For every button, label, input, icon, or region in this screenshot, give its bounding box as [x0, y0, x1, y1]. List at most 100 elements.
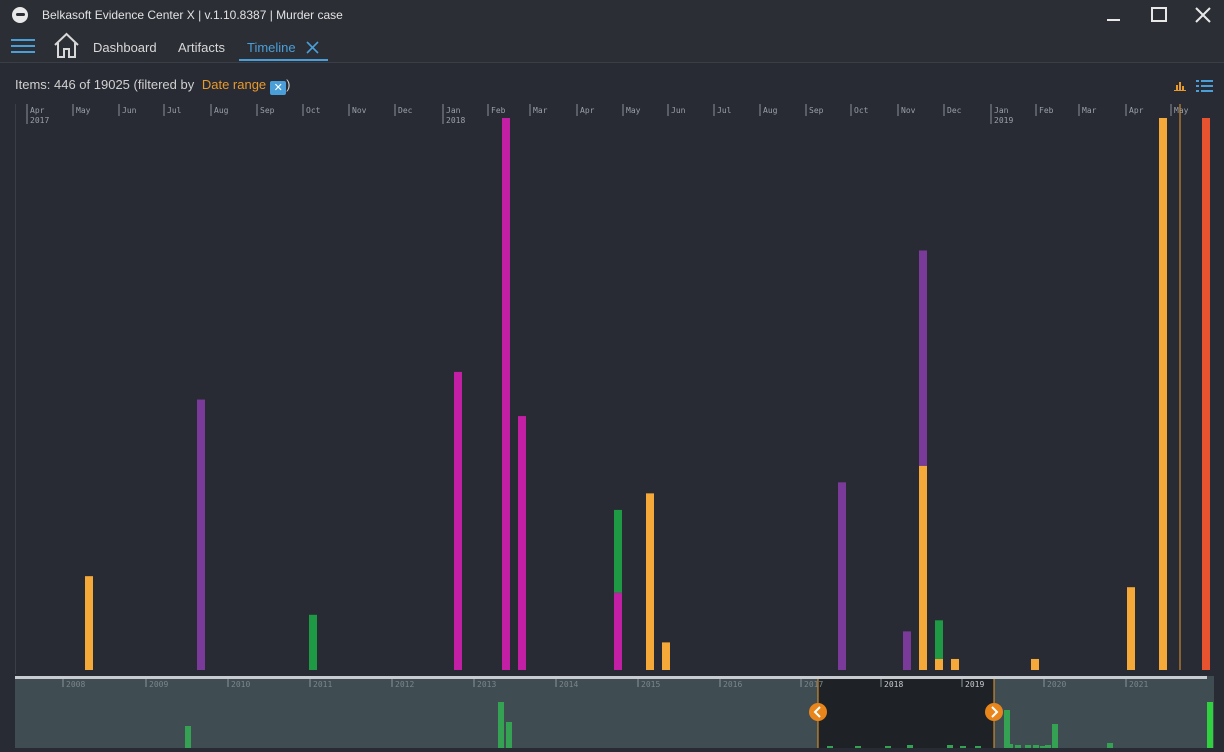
timeline-bar[interactable] [903, 631, 911, 670]
timeline-bar[interactable] [502, 118, 510, 670]
timeline-bar[interactable] [935, 658, 943, 670]
timeline-bar[interactable] [518, 416, 526, 670]
month-label: Jan [446, 106, 461, 115]
window-title: Belkasoft Evidence Center X | v.1.10.838… [42, 8, 343, 22]
month-label: Mar [1082, 106, 1097, 115]
overview-year-label: 2016 [723, 680, 742, 689]
timeline-bar[interactable] [662, 642, 670, 670]
maximize-icon[interactable] [1146, 4, 1172, 26]
items-count-label: Items: 446 of 19025 (filtered by [15, 77, 195, 92]
close-icon[interactable] [1190, 4, 1216, 26]
overview-bar [1004, 710, 1010, 748]
month-label: Feb [491, 106, 506, 115]
overview-bar [1045, 745, 1051, 748]
month-label: Aug [763, 106, 778, 115]
overview-bar [1033, 745, 1039, 748]
overview-selection[interactable] [818, 679, 994, 748]
month-label: Aug [214, 106, 229, 115]
month-label: Jun [671, 106, 686, 115]
month-label: Jun [122, 106, 137, 115]
month-label: Sep [809, 106, 824, 115]
overview-bar [907, 745, 913, 748]
month-label: Apr [580, 106, 595, 115]
date-range-filter-link[interactable]: Date range [202, 77, 266, 92]
timeline-bar[interactable] [951, 658, 959, 670]
overview-bar [1007, 744, 1013, 748]
home-icon[interactable] [53, 32, 80, 59]
month-axis: Apr2017May Jun Jul Aug Sep Oct Nov Dec Jan2018Fe… [26, 104, 1189, 125]
overview-bar [498, 702, 504, 748]
timeline-bar[interactable] [919, 465, 927, 670]
overview-year-label: 2014 [559, 680, 578, 689]
remove-filter-icon[interactable]: ✕ [270, 81, 287, 95]
timeline-bar[interactable] [197, 399, 205, 670]
selection-right-handle[interactable] [985, 703, 1003, 721]
month-label: Apr [30, 106, 45, 115]
month-label: Oct [854, 106, 869, 115]
overview-year-label: 2019 [965, 680, 984, 689]
overview-bar [827, 746, 833, 748]
timeline-bar[interactable] [1202, 118, 1210, 670]
list-view-icon[interactable] [1196, 80, 1213, 92]
month-label: Mar [533, 106, 548, 115]
overview-year-label: 2008 [66, 680, 85, 689]
month-label: May [626, 106, 641, 115]
month-label: Apr [1129, 106, 1144, 115]
timeline-bar[interactable] [646, 493, 654, 670]
month-label: Feb [1039, 106, 1054, 115]
app-logo-icon [12, 7, 28, 23]
overview-bar [1052, 724, 1058, 748]
timeline-bars[interactable] [85, 118, 1210, 670]
month-label: Jan [994, 106, 1009, 115]
overview-year-label: 2015 [641, 680, 660, 689]
tab-dashboard[interactable]: Dashboard [93, 40, 157, 55]
month-label: Dec [947, 106, 962, 115]
month-label: Oct [306, 106, 321, 115]
overview-bar [1015, 745, 1021, 748]
timeline-bar[interactable] [85, 576, 93, 670]
year-label: 2017 [30, 116, 49, 125]
active-tab-indicator [239, 59, 328, 61]
month-label: Sep [260, 106, 275, 115]
timeline-bar[interactable] [919, 250, 927, 466]
overview-bar [185, 726, 191, 748]
month-label: Nov [901, 106, 916, 115]
timeline-bar[interactable] [1127, 587, 1135, 670]
selection-left-handle[interactable] [809, 703, 827, 721]
close-paren: ) [286, 77, 291, 92]
month-label: Nov [352, 106, 367, 115]
tab-timeline[interactable]: Timeline [247, 40, 296, 55]
overview-bar [1107, 743, 1113, 748]
chart-view-icon[interactable] [1174, 80, 1186, 91]
overview-year-label: 2017 [804, 680, 823, 689]
tab-close-icon[interactable] [306, 41, 320, 55]
timeline-bar[interactable] [1031, 658, 1039, 670]
timeline-bar[interactable] [614, 509, 622, 593]
overview-year-label: 2018 [884, 680, 903, 689]
month-label: Jul [717, 106, 732, 115]
timeline-bar[interactable] [935, 620, 943, 659]
minimize-icon[interactable] [1100, 4, 1126, 26]
month-label: May [76, 106, 91, 115]
month-label: May [1174, 106, 1189, 115]
timeline-bar[interactable] [614, 592, 622, 670]
timeline-bar[interactable] [454, 371, 462, 670]
overview-bar [960, 746, 966, 748]
month-label: Jul [167, 106, 182, 115]
timeline-bar[interactable] [1159, 118, 1167, 670]
tab-artifacts[interactable]: Artifacts [178, 40, 225, 55]
year-label: 2019 [994, 116, 1013, 125]
overview-bar [947, 745, 953, 748]
overview-year-label: 2011 [313, 680, 332, 689]
overview-bar [885, 746, 891, 748]
timeline-chart[interactable]: Apr2017May Jun Jul Aug Sep Oct Nov Dec Jan2018Fe… [15, 104, 1215, 674]
overview-year-label: 2009 [149, 680, 168, 689]
menu-icon[interactable] [11, 39, 35, 55]
timeline-bar[interactable] [838, 482, 846, 670]
timeline-bar[interactable] [309, 614, 317, 670]
overview-top-border [15, 676, 1207, 679]
overview-year-label: 2020 [1047, 680, 1066, 689]
overview-bar [506, 722, 512, 748]
timeline-overview[interactable]: 2008 2009 2010 2011 2012 2013 2014 2015 2016 2017… [15, 676, 1214, 748]
overview-bar [1207, 702, 1213, 748]
